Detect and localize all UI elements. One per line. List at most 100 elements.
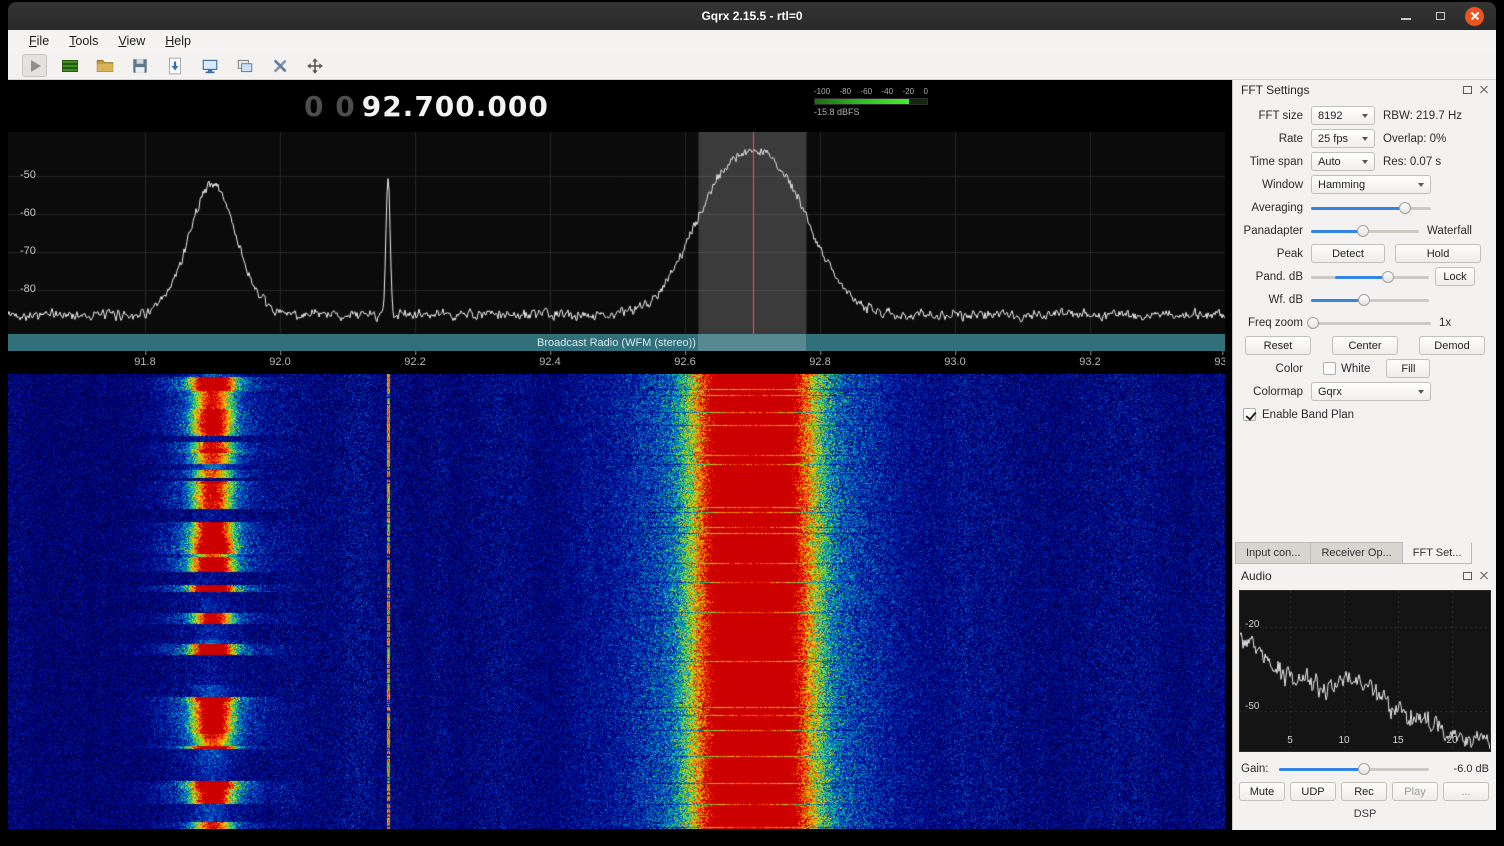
waterfall[interactable] xyxy=(8,374,1225,829)
title-bar: Gqrx 2.15.5 - rtl=0 xyxy=(8,2,1496,30)
enable-band-plan-label: Enable Band Plan xyxy=(1262,409,1354,421)
reset-button[interactable]: Reset xyxy=(1245,336,1311,355)
start-dsp-button[interactable] xyxy=(22,54,47,77)
wrench-icon xyxy=(271,57,289,75)
panadapter-split-slider[interactable] xyxy=(1311,223,1419,239)
rec-button[interactable]: Rec xyxy=(1341,782,1387,801)
slider-knob[interactable] xyxy=(1357,225,1369,237)
tab-receiver-options[interactable]: Receiver Op... xyxy=(1311,542,1402,564)
averaging-label: Averaging xyxy=(1241,202,1303,214)
window-value: Hamming xyxy=(1318,179,1413,191)
audio-header: Audio xyxy=(1233,566,1497,586)
peak-detect-button[interactable]: Detect xyxy=(1311,244,1385,263)
audio-db-label: -20 xyxy=(1245,619,1259,630)
mute-button[interactable]: Mute xyxy=(1239,782,1285,801)
freq-tick-label: 93.2 xyxy=(1079,356,1100,368)
detect-label: Detect xyxy=(1332,248,1364,260)
close-button[interactable] xyxy=(1465,7,1484,26)
dock-tab-bar: Input con... Receiver Op... FFT Set... xyxy=(1235,542,1472,564)
menu-tools[interactable]: Tools xyxy=(60,32,107,50)
freq-zoom-label: Freq zoom xyxy=(1241,317,1303,329)
toolbar xyxy=(8,52,1496,80)
maximize-button[interactable] xyxy=(1431,7,1449,25)
fullscreen-button[interactable] xyxy=(302,54,327,77)
overlap-value: Overlap: 0% xyxy=(1383,133,1446,145)
audio-title: Audio xyxy=(1241,569,1272,583)
close-dock-icon[interactable] xyxy=(1479,571,1489,581)
tab-fft-settings[interactable]: FFT Set... xyxy=(1403,542,1473,564)
pandapter-db-range-slider[interactable] xyxy=(1311,269,1429,285)
udp-button[interactable]: UDP xyxy=(1290,782,1336,801)
slider-fill xyxy=(1335,276,1388,279)
dsp-dock-label: DSP xyxy=(1233,808,1497,820)
window-select[interactable]: Hamming xyxy=(1311,175,1431,194)
window-title: Gqrx 2.15.5 - rtl=0 xyxy=(701,9,802,23)
load-settings-button[interactable] xyxy=(92,54,117,77)
rate-select[interactable]: 25 fps xyxy=(1311,129,1375,148)
more-button[interactable]: ... xyxy=(1443,782,1489,801)
float-dock-icon[interactable] xyxy=(1463,86,1472,94)
frequency-leading-zeros: 0 0 xyxy=(304,90,356,123)
db-axis-label: -60 xyxy=(20,207,36,219)
rate-value: 25 fps xyxy=(1318,133,1357,145)
play-button[interactable]: Play xyxy=(1392,782,1438,801)
slider-knob[interactable] xyxy=(1399,202,1411,214)
play-icon xyxy=(31,60,41,72)
minimize-button[interactable] xyxy=(1397,7,1415,25)
audio-gain-row: Gain: -6.0 dB xyxy=(1233,760,1497,778)
white-checkbox[interactable] xyxy=(1323,362,1336,375)
center-button[interactable]: Center xyxy=(1332,336,1398,355)
colormap-value: Gqrx xyxy=(1318,386,1413,398)
save-settings-button[interactable] xyxy=(127,54,152,77)
folder-icon xyxy=(96,57,114,75)
iq-record-button[interactable] xyxy=(57,54,82,77)
iq-tool-button[interactable] xyxy=(232,54,257,77)
hold-label: Hold xyxy=(1427,248,1450,260)
slider-knob[interactable] xyxy=(1358,294,1370,306)
frequency-display[interactable]: 0 0 92.700.000 xyxy=(304,90,549,123)
float-dock-icon[interactable] xyxy=(1463,572,1472,580)
tab-input-controls[interactable]: Input con... xyxy=(1235,542,1311,564)
close-dock-icon[interactable] xyxy=(1479,85,1489,95)
remote-control-button[interactable] xyxy=(197,54,222,77)
spectrum-canvas[interactable] xyxy=(8,132,1225,334)
pandapter-lock-button[interactable]: Lock xyxy=(1435,267,1475,286)
gain-value: -6.0 dB xyxy=(1454,763,1489,775)
white-label: White xyxy=(1341,363,1370,375)
enable-band-plan-checkbox[interactable] xyxy=(1243,408,1256,421)
menu-help[interactable]: Help xyxy=(156,32,200,50)
rec-label: Rec xyxy=(1354,786,1374,798)
audio-gain-slider[interactable] xyxy=(1279,761,1429,777)
averaging-slider[interactable] xyxy=(1311,200,1431,216)
bookmarks-button[interactable] xyxy=(162,54,187,77)
menu-file[interactable]: File xyxy=(20,32,58,50)
db-axis-label: -80 xyxy=(20,283,36,295)
gain-label: Gain: xyxy=(1241,763,1269,775)
freq-tick-label: 92.8 xyxy=(809,356,830,368)
play-label: Play xyxy=(1404,786,1425,798)
slider-knob[interactable] xyxy=(1307,317,1319,329)
io-config-button[interactable] xyxy=(267,54,292,77)
fft-size-select[interactable]: 8192 xyxy=(1311,106,1375,125)
freq-zoom-slider[interactable] xyxy=(1311,315,1431,331)
floppy-icon xyxy=(131,57,149,75)
freq-tick-label: 92.2 xyxy=(404,356,425,368)
lock-label: Lock xyxy=(1443,271,1466,283)
demod-button[interactable]: Demod xyxy=(1419,336,1485,355)
slider-knob[interactable] xyxy=(1358,763,1370,775)
time-span-select[interactable]: Auto xyxy=(1311,152,1375,171)
pandapter[interactable] xyxy=(8,132,1225,334)
peak-hold-button[interactable]: Hold xyxy=(1395,244,1481,263)
slider-knob[interactable] xyxy=(1382,271,1394,283)
maximize-icon xyxy=(1436,12,1445,20)
fill-button[interactable]: Fill xyxy=(1386,359,1430,378)
colormap-select[interactable]: Gqrx xyxy=(1311,382,1431,401)
menu-view[interactable]: View xyxy=(109,32,154,50)
audio-khz-label: 5 xyxy=(1287,735,1293,746)
meter-tick: -80 xyxy=(839,88,851,96)
freq-tick-label: 92.0 xyxy=(269,356,290,368)
audio-fft-plot: -20 -50 5 10 15 20 xyxy=(1239,590,1491,752)
waterfall-db-range-slider[interactable] xyxy=(1311,292,1429,308)
fft-size-label: FFT size xyxy=(1241,110,1303,122)
waterfall-canvas[interactable] xyxy=(8,374,1225,829)
